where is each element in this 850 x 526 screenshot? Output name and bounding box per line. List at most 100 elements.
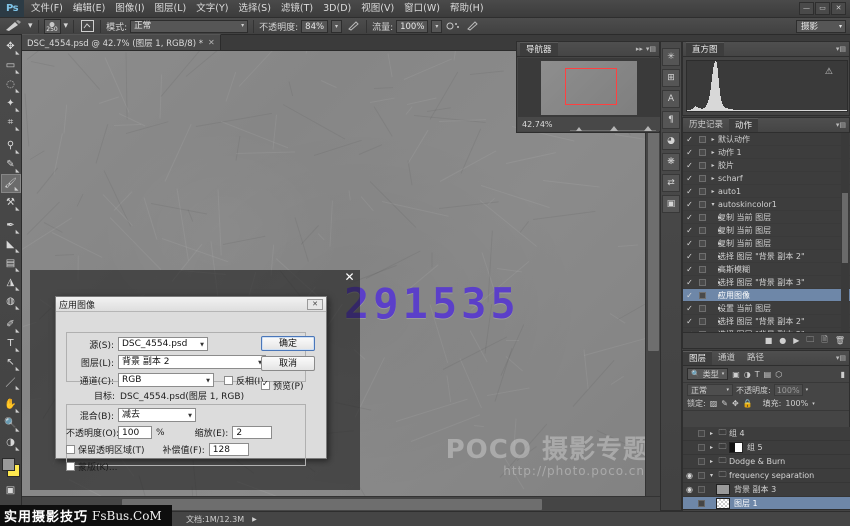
navigator-preview[interactable] bbox=[518, 58, 660, 118]
clone-stamp-tool[interactable]: ⚒◣ bbox=[1, 193, 21, 212]
pressure-size-icon[interactable] bbox=[464, 19, 480, 33]
quick-mask-toggle[interactable]: ▣ bbox=[1, 481, 21, 500]
styles-icon[interactable]: ❋ bbox=[662, 153, 680, 171]
action-toggle-icon[interactable]: ✓ bbox=[683, 265, 696, 274]
action-dialog-toggle[interactable] bbox=[696, 214, 708, 221]
menu-10[interactable]: 帮助(H) bbox=[445, 0, 489, 17]
pixel-filter-icon[interactable]: ▣ bbox=[732, 370, 740, 379]
expander-icon[interactable]: ▸ bbox=[708, 305, 718, 312]
maximize-button[interactable]: ▭ bbox=[815, 2, 830, 15]
pressure-opacity-icon[interactable] bbox=[345, 19, 361, 33]
menu-4[interactable]: 文字(Y) bbox=[191, 0, 233, 17]
expander-icon[interactable]: ▸ bbox=[708, 279, 718, 286]
history-brush-tool[interactable]: ✒◣ bbox=[1, 216, 21, 235]
channel-select[interactable]: RGB bbox=[118, 373, 214, 387]
action-row[interactable]: ✓▸scharf bbox=[683, 172, 850, 185]
marquee-tool[interactable]: ▭◣ bbox=[1, 56, 21, 75]
expander-icon[interactable]: ▸ bbox=[708, 175, 718, 182]
color-icon[interactable]: ◕ bbox=[662, 132, 680, 150]
panel-menu-icon[interactable]: ▾▤ bbox=[646, 45, 656, 53]
action-dialog-toggle[interactable] bbox=[696, 188, 708, 195]
layer-row[interactable]: ▸🗀Dodge & Burn bbox=[683, 455, 850, 469]
lock-position-icon[interactable]: ✥ bbox=[732, 399, 739, 408]
invert-checkbox[interactable]: 反相(I) bbox=[224, 374, 264, 387]
action-row[interactable]: ✓▸auto1 bbox=[683, 185, 850, 198]
expander-icon[interactable]: ▸ bbox=[708, 188, 718, 195]
expander-icon[interactable]: ▾ bbox=[707, 472, 716, 479]
navigator-tab[interactable]: 导航器 bbox=[520, 42, 558, 56]
layer-select-box[interactable] bbox=[696, 472, 707, 479]
minimize-button[interactable]: — bbox=[799, 2, 814, 15]
layer-select[interactable]: 背景 副本 2 bbox=[118, 355, 266, 369]
color-swatches[interactable] bbox=[0, 455, 22, 481]
tab-channels[interactable]: 通道 bbox=[712, 351, 741, 365]
action-row[interactable]: ✓▸复制 当前 图层 bbox=[683, 237, 850, 250]
expander-icon[interactable]: ▸ bbox=[708, 214, 718, 221]
layer-row[interactable]: ▸🗀组 4 bbox=[683, 427, 850, 441]
action-dialog-toggle[interactable] bbox=[696, 318, 708, 325]
record-icon[interactable]: ● bbox=[779, 336, 786, 345]
lock-all-icon[interactable]: 🔒 bbox=[743, 399, 753, 408]
flow-input[interactable]: 100% bbox=[396, 20, 428, 33]
expander-icon[interactable]: ▸ bbox=[707, 444, 716, 451]
action-dialog-toggle[interactable] bbox=[696, 279, 708, 286]
document-tab[interactable]: DSC_4554.psd @ 42.7% (图层 1, RGB/8) * ✕ bbox=[22, 34, 221, 50]
action-toggle-icon[interactable]: ✓ bbox=[683, 187, 696, 196]
expander-icon[interactable]: ▾ bbox=[708, 201, 718, 208]
zoom-out-icon[interactable] bbox=[576, 127, 582, 131]
menu-8[interactable]: 视图(V) bbox=[356, 0, 399, 17]
stop-icon[interactable]: ■ bbox=[765, 336, 773, 345]
close-icon[interactable]: ✕ bbox=[208, 38, 215, 47]
new-action-icon[interactable]: 🗎 bbox=[821, 334, 827, 348]
mask-checkbox[interactable]: 蒙版(K)... bbox=[66, 460, 118, 473]
action-toggle-icon[interactable]: ✓ bbox=[683, 135, 696, 144]
menu-7[interactable]: 3D(D) bbox=[318, 0, 356, 17]
chevron-down-icon[interactable]: ▾ bbox=[806, 387, 809, 393]
adjustment-filter-icon[interactable]: ◑ bbox=[744, 370, 751, 379]
action-dialog-toggle[interactable] bbox=[696, 240, 708, 247]
filter-kind-select[interactable]: 🔍 类型 ▾ bbox=[687, 368, 728, 380]
layer-select-box[interactable] bbox=[696, 430, 707, 437]
layers-list[interactable]: ▸🗀组 4▸🗀组 5▸🗀Dodge & Burn◉▾🗀frequency sep… bbox=[683, 427, 850, 511]
flow-slider-icon[interactable]: ▾ bbox=[431, 20, 442, 33]
type-filter-icon[interactable]: T bbox=[755, 370, 760, 379]
dialog-close-button[interactable]: ✕ bbox=[307, 299, 323, 310]
action-toggle-icon[interactable]: ✓ bbox=[683, 239, 696, 248]
foreground-color-swatch[interactable] bbox=[2, 458, 15, 471]
action-row[interactable]: ✓▸应用图像 bbox=[683, 289, 850, 302]
action-toggle-icon[interactable]: ✓ bbox=[683, 226, 696, 235]
panel-menu-icon[interactable]: ▾▤ bbox=[836, 121, 846, 129]
action-row[interactable]: ✓▸复制 当前 图层 bbox=[683, 224, 850, 237]
eraser-tool[interactable]: ◣◣ bbox=[1, 235, 21, 254]
zoom-in-icon[interactable] bbox=[644, 126, 652, 131]
expander-icon[interactable]: ▸ bbox=[708, 318, 718, 325]
action-row[interactable]: ✓▸选择 图层 "背景 副本 2" bbox=[683, 250, 850, 263]
action-toggle-icon[interactable]: ✓ bbox=[683, 317, 696, 326]
expander-icon[interactable]: ▸ bbox=[707, 458, 716, 465]
zoom-tool[interactable]: 🔍◣ bbox=[1, 414, 21, 433]
preserve-transparency-checkbox[interactable]: 保留透明区域(T) bbox=[66, 443, 145, 456]
layer-select-box[interactable] bbox=[696, 458, 707, 465]
action-row[interactable]: ✓▸高斯模糊 bbox=[683, 263, 850, 276]
expander-icon[interactable]: ▸ bbox=[708, 227, 718, 234]
layer-row[interactable]: ▸🗀组 5 bbox=[683, 441, 850, 455]
panel-menu-icon[interactable]: ▾▤ bbox=[836, 354, 846, 362]
action-dialog-toggle[interactable] bbox=[696, 201, 708, 208]
layer-select-box[interactable] bbox=[696, 444, 707, 451]
character-icon[interactable]: A bbox=[662, 90, 680, 108]
menu-9[interactable]: 窗口(W) bbox=[399, 0, 445, 17]
gradient-tool[interactable]: ▤◣ bbox=[1, 254, 21, 273]
filter-power-icon[interactable]: ▮ bbox=[841, 370, 845, 379]
blend-select[interactable]: 减去 bbox=[118, 408, 196, 422]
tab-layers[interactable]: 图层 bbox=[683, 351, 712, 365]
action-dialog-toggle[interactable] bbox=[696, 162, 708, 169]
masks-icon[interactable]: ▣ bbox=[662, 195, 680, 213]
type-tool[interactable]: T◣ bbox=[1, 334, 21, 353]
layer-row[interactable]: ◉▾🗀frequency separation bbox=[683, 469, 850, 483]
shape-filter-icon[interactable]: ▤ bbox=[764, 370, 772, 379]
tab-actions[interactable]: 动作 bbox=[729, 118, 758, 132]
layer-visibility-icon[interactable]: ◉ bbox=[683, 485, 696, 494]
tab-paths[interactable]: 路径 bbox=[741, 351, 770, 365]
action-row[interactable]: ✓▾autoskincolor1 bbox=[683, 198, 850, 211]
action-dialog-toggle[interactable] bbox=[696, 266, 708, 273]
